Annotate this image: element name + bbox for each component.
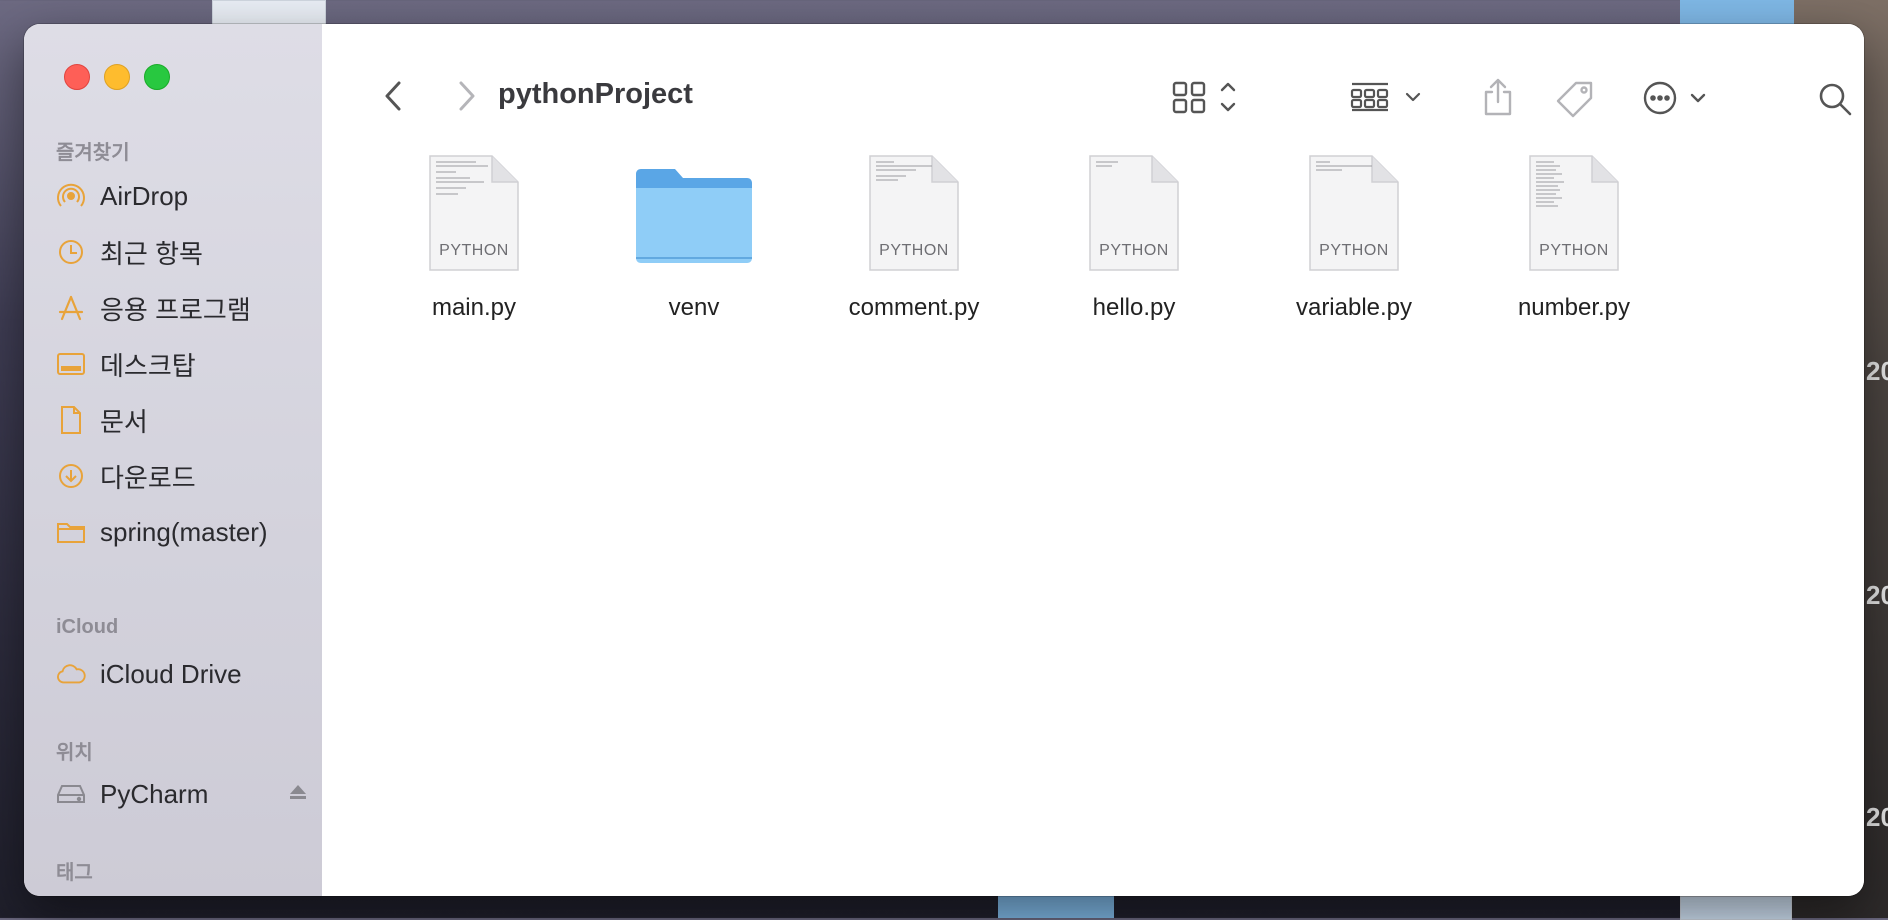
- desktop-file-label: 20: [1866, 580, 1888, 610]
- sidebar-item-label: PyCharm: [100, 778, 209, 809]
- file-name: main.py: [431, 294, 517, 321]
- file-item[interactable]: PYTHON main.py: [374, 154, 574, 334]
- folder-icon: [56, 517, 86, 547]
- file-item[interactable]: PYTHON variable.py: [1254, 154, 1454, 334]
- python-file-icon: PYTHON: [1088, 154, 1180, 274]
- desktop-icon: [56, 349, 86, 379]
- document-icon: [56, 405, 86, 435]
- file-kind-label: PYTHON: [879, 242, 949, 259]
- share-button[interactable]: [1480, 78, 1516, 121]
- file-name: variable.py: [1295, 294, 1413, 321]
- more-actions-button[interactable]: [1642, 80, 1714, 121]
- python-file-icon: PYTHON: [1308, 154, 1400, 274]
- sidebar-item-label: spring(master): [100, 516, 268, 547]
- sidebar-item-spring[interactable]: spring(master): [56, 510, 316, 554]
- sidebar-item-label: AirDrop: [100, 180, 189, 211]
- file-name: comment.py: [848, 294, 980, 321]
- file-kind-label: PYTHON: [1319, 242, 1389, 259]
- desktop-thumbnail: [212, 0, 326, 26]
- sidebar-item-airdrop[interactable]: AirDrop: [56, 174, 316, 218]
- favorites-section-title: 즐겨찾기: [56, 142, 130, 164]
- airdrop-icon: [56, 181, 86, 211]
- desktop-blue-item: [1680, 0, 1794, 24]
- python-file-icon: PYTHON: [868, 154, 960, 274]
- file-name: number.py: [1517, 294, 1631, 321]
- folder-icon: [632, 154, 756, 274]
- chevron-left-icon: [384, 80, 404, 117]
- sidebar-item-label: 다운로드: [100, 462, 196, 493]
- desktop-thumbnail: [1680, 896, 1792, 920]
- sidebar-item-applications[interactable]: 응용 프로그램: [56, 286, 316, 330]
- file-item[interactable]: PYTHON number.py: [1474, 154, 1674, 334]
- tags-section-title: 태그: [56, 862, 93, 884]
- clock-icon: [56, 237, 86, 267]
- sidebar: 즐겨찾기 AirDrop 최근 항목 응용 프로그램 데스크탑 문서 다운로드 …: [24, 24, 323, 896]
- file-name: venv: [668, 294, 720, 321]
- sidebar-item-label: 최근 항목: [100, 238, 203, 269]
- desktop-file-label: 20: [1866, 802, 1888, 832]
- forward-button[interactable]: [456, 80, 476, 117]
- eject-icon[interactable]: [288, 783, 308, 806]
- sidebar-item-recents[interactable]: 최근 항목: [56, 230, 316, 274]
- file-kind-label: PYTHON: [1539, 242, 1609, 259]
- sidebar-item-label: 데스크탑: [100, 350, 196, 381]
- zoom-button[interactable]: [144, 64, 170, 90]
- sidebar-item-desktop[interactable]: 데스크탑: [56, 342, 316, 386]
- file-kind-label: PYTHON: [1099, 242, 1169, 259]
- applications-icon: [56, 293, 86, 323]
- drive-icon: [56, 779, 86, 809]
- tag-icon: [1556, 80, 1594, 123]
- sidebar-item-label: iCloud Drive: [100, 658, 242, 689]
- toolbar: pythonProject: [322, 24, 1864, 128]
- download-icon: [56, 461, 86, 491]
- sidebar-item-downloads[interactable]: 다운로드: [56, 454, 316, 498]
- locations-section-title: 위치: [56, 742, 93, 764]
- sidebar-item-documents[interactable]: 문서: [56, 398, 316, 442]
- ellipsis-circle-icon: [1642, 80, 1714, 121]
- chevron-right-icon: [456, 80, 476, 117]
- desktop-file-label: 20: [1866, 356, 1888, 386]
- share-icon: [1480, 78, 1516, 121]
- file-name: hello.py: [1092, 294, 1176, 321]
- file-grid: PYTHON main.py venv PYTHON comment.py PY…: [322, 154, 1864, 354]
- group-button[interactable]: [1350, 80, 1426, 119]
- python-file-icon: PYTHON: [1528, 154, 1620, 274]
- back-button[interactable]: [384, 80, 404, 117]
- minimize-button[interactable]: [104, 64, 130, 90]
- window-title: pythonProject: [498, 78, 693, 110]
- file-item[interactable]: PYTHON comment.py: [814, 154, 1014, 334]
- close-button[interactable]: [64, 64, 90, 90]
- file-kind-label: PYTHON: [439, 242, 509, 259]
- icloud-section-title: iCloud: [56, 616, 119, 638]
- sidebar-item-label: 문서: [100, 406, 148, 437]
- group-icon: [1350, 80, 1426, 119]
- sidebar-item-pycharm[interactable]: PyCharm: [56, 772, 316, 816]
- file-item[interactable]: PYTHON hello.py: [1034, 154, 1234, 334]
- cloud-icon: [56, 659, 86, 689]
- main-content: pythonProject PYTHON main.py venv PYTHON…: [322, 24, 1864, 896]
- sidebar-item-icloud-drive[interactable]: iCloud Drive: [56, 652, 316, 696]
- finder-window: 즐겨찾기 AirDrop 최근 항목 응용 프로그램 데스크탑 문서 다운로드 …: [24, 24, 1864, 896]
- folder-item[interactable]: venv: [594, 154, 794, 334]
- sidebar-item-label: 응용 프로그램: [100, 294, 251, 325]
- search-button[interactable]: [1818, 82, 1852, 121]
- tag-button[interactable]: [1556, 80, 1594, 123]
- desktop-blue-item: [998, 896, 1114, 918]
- grid-view-icon: [1172, 80, 1244, 119]
- search-icon: [1818, 82, 1852, 121]
- python-file-icon: PYTHON: [428, 154, 520, 274]
- view-mode-button[interactable]: [1172, 80, 1244, 119]
